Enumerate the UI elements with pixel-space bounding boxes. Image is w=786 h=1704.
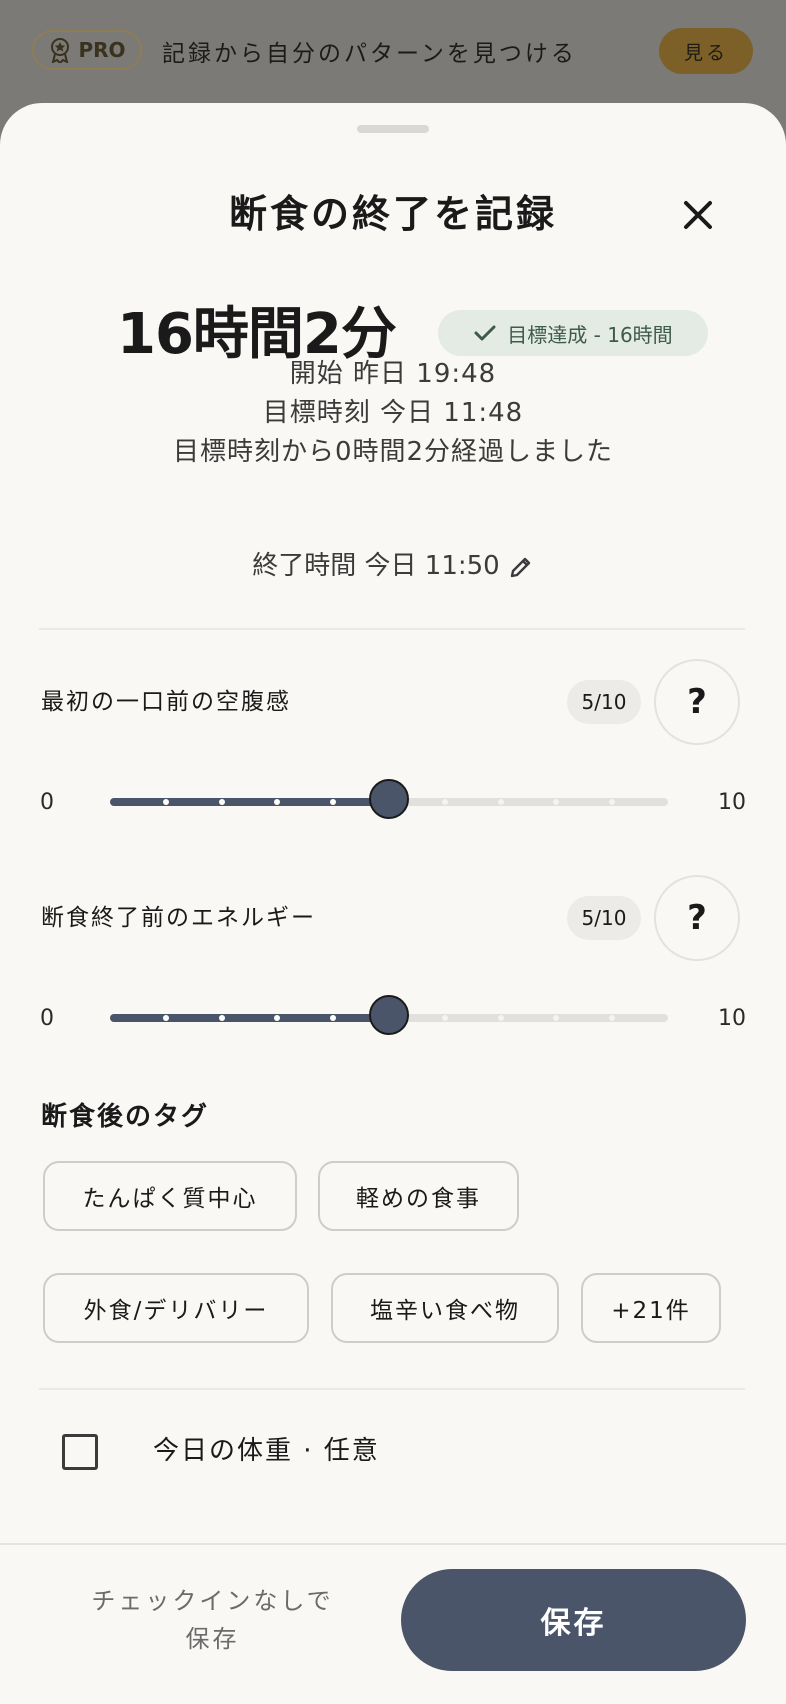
divider	[39, 628, 745, 630]
skip-line-2: 保存	[185, 1625, 240, 1653]
energy-max-label: 10	[718, 1006, 746, 1031]
slider-step-dot	[609, 799, 616, 805]
slider-step-dot	[218, 1015, 225, 1021]
slider-step-dot	[441, 799, 448, 805]
energy-score-badge: 5/10	[567, 896, 641, 940]
save-button[interactable]: 保存	[401, 1569, 746, 1671]
energy-slider[interactable]	[110, 995, 668, 1035]
slider-step-dot	[497, 1015, 504, 1021]
skip-line-1: チェックインなしで	[91, 1587, 334, 1615]
close-icon[interactable]	[676, 193, 720, 237]
medal-icon	[51, 38, 70, 63]
drag-handle[interactable]	[357, 125, 429, 133]
weight-label: 今日の体重 · 任意	[153, 1436, 380, 1466]
hunger-slider[interactable]	[110, 779, 668, 819]
slider-step-dot	[553, 1015, 560, 1021]
energy-slider-fill	[110, 1014, 389, 1022]
hunger-score-badge: 5/10	[567, 680, 641, 724]
start-time: 開始 昨日 19:48	[289, 359, 497, 389]
hunger-slider-thumb[interactable]	[369, 779, 409, 819]
slider-step-dot	[497, 799, 504, 805]
save-without-checkin-button[interactable]: チェックインなしで 保存	[60, 1582, 365, 1658]
goal-chip-label: 目標達成 - 16時間	[507, 322, 673, 347]
see-button[interactable]: 見る	[659, 28, 753, 74]
end-time-label: 終了時間 今日 11:50	[252, 551, 500, 581]
check-icon	[474, 325, 496, 341]
energy-slider-thumb[interactable]	[369, 995, 409, 1035]
hunger-label: 最初の一口前の空腹感	[41, 689, 291, 715]
hunger-slider-fill	[110, 798, 389, 806]
energy-label: 断食終了前のエネルギー	[41, 905, 316, 931]
end-fast-sheet: 断食の終了を記録 16時間2分 目標達成 - 16時間 開始 昨日 19:48 …	[0, 103, 786, 1704]
tag-eating-out[interactable]: 外食/デリバリー	[43, 1273, 309, 1343]
pro-label: PRO	[78, 38, 126, 62]
target-time: 目標時刻 今日 11:48	[262, 398, 524, 428]
divider	[39, 1388, 745, 1390]
tag-light-meal[interactable]: 軽めの食事	[318, 1161, 519, 1231]
pro-badge: PRO	[32, 30, 142, 70]
hunger-max-label: 10	[718, 790, 746, 815]
slider-step-dot	[553, 799, 560, 805]
slider-step-dot	[162, 1015, 169, 1021]
slider-step-dot	[218, 799, 225, 805]
slider-step-dot	[609, 1015, 616, 1021]
hunger-min-label: 0	[40, 790, 54, 815]
more-tags-button[interactable]: +21件	[581, 1273, 721, 1343]
weight-checkbox[interactable]	[62, 1434, 98, 1470]
goal-achieved-badge: 目標達成 - 16時間	[438, 310, 708, 356]
slider-step-dot	[162, 799, 169, 805]
elapsed-since-target: 目標時刻から0時間2分経過しました	[172, 437, 614, 467]
energy-min-label: 0	[40, 1006, 54, 1031]
footer-divider	[0, 1543, 786, 1545]
tag-salty-food[interactable]: 塩辛い食べ物	[331, 1273, 559, 1343]
end-time-row[interactable]: 終了時間 今日 11:50	[0, 545, 786, 582]
tag-protein[interactable]: たんぱく質中心	[43, 1161, 297, 1231]
tags-section-title: 断食後のタグ	[41, 1102, 210, 1132]
slider-step-dot	[441, 1015, 448, 1021]
sheet-title: 断食の終了を記録	[228, 192, 557, 236]
energy-help-button[interactable]: ?	[654, 875, 740, 961]
pro-banner: PRO 記録から自分のパターンを見つける 見る	[0, 0, 786, 103]
banner-text: 記録から自分のパターンを見つける	[162, 41, 577, 67]
pencil-icon[interactable]	[508, 554, 534, 580]
hunger-help-button[interactable]: ?	[654, 659, 740, 745]
